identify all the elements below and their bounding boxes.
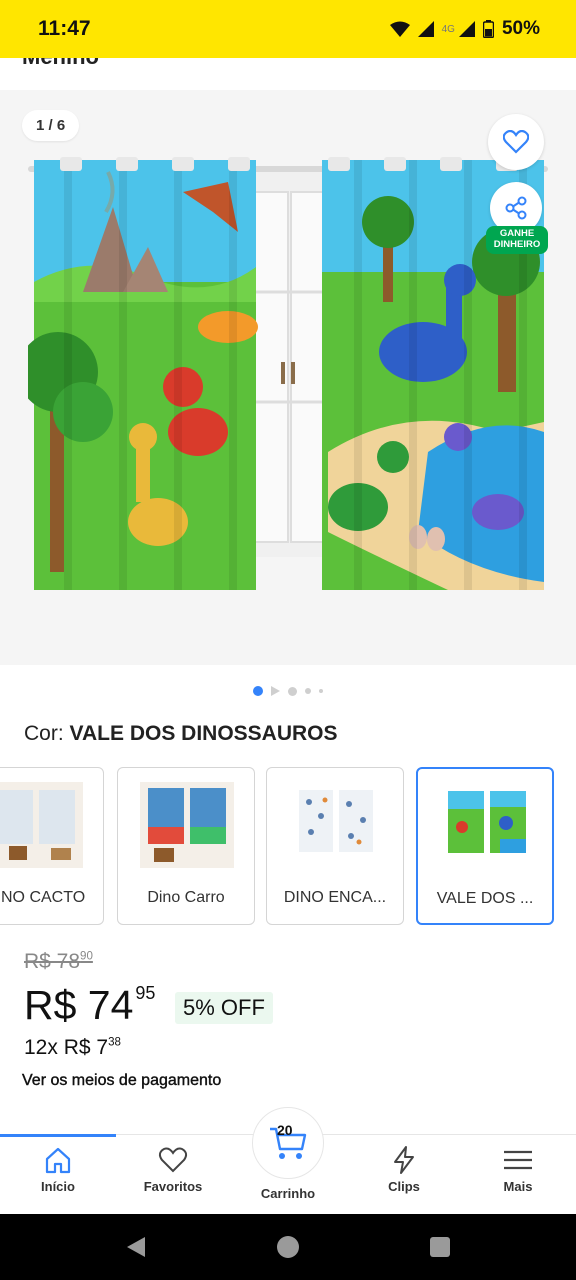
heart-icon: [158, 1147, 188, 1173]
status-icons: 4G 50%: [389, 18, 540, 40]
nav-label-favorites: Favoritos: [143, 1179, 203, 1194]
favorite-button[interactable]: [488, 114, 544, 170]
product-image: [28, 157, 548, 590]
variant-option[interactable]: DINO ENCA...: [266, 767, 404, 925]
payment-methods-link[interactable]: Ver os meios de pagamento: [22, 1072, 222, 1090]
nav-item-cart[interactable]: 20: [252, 1107, 324, 1179]
nav-label-more: Mais: [503, 1179, 533, 1194]
current-price: R$ 74 95: [24, 982, 155, 1029]
nav-item-more[interactable]: Mais: [468, 1145, 568, 1194]
nav-label-home: Início: [41, 1179, 75, 1194]
product-title-cut: Menino: [22, 58, 99, 70]
pager-dot: [319, 689, 323, 693]
original-price: R$ 7890: [24, 950, 93, 974]
share-icon: [505, 196, 527, 220]
current-price-cents: 95: [135, 983, 156, 1003]
home-circle-icon[interactable]: [276, 1235, 300, 1259]
variant-thumbnail: [289, 782, 383, 868]
heart-icon: [503, 130, 529, 154]
nav-label-clips: Clips: [388, 1179, 420, 1194]
pager-dot-active: [253, 686, 263, 696]
menu-icon: [504, 1150, 532, 1170]
variant-thumbnail: [140, 782, 234, 868]
back-icon[interactable]: [125, 1235, 147, 1259]
pager-dot: [305, 688, 311, 694]
variant-label: NO CACTO: [1, 889, 86, 906]
nav-item-favorites[interactable]: Favoritos: [123, 1145, 223, 1194]
status-bar: 11:47 4G 50%: [0, 0, 576, 58]
variant-thumbnail: [440, 783, 534, 869]
nav-label-cart[interactable]: Carrinho: [238, 1186, 338, 1201]
network-type: 4G: [441, 23, 455, 35]
variant-thumbnail: [0, 782, 83, 868]
color-label-line: Cor: VALE DOS DINOSSAUROS: [24, 722, 338, 746]
pager-dot: [288, 686, 297, 696]
installments-cents: 38: [108, 1036, 121, 1049]
image-counter: 1 / 6: [22, 110, 80, 141]
original-price-main: R$ 78: [24, 950, 81, 973]
original-price-cents: 90: [80, 950, 93, 963]
nav-item-home[interactable]: Início: [8, 1145, 108, 1194]
nav-item-clips[interactable]: Clips: [354, 1145, 454, 1194]
battery-level: 50%: [501, 18, 540, 39]
pager-video-indicator: [271, 686, 280, 696]
battery-icon: [482, 20, 494, 38]
current-price-main: R$ 74: [24, 982, 134, 1028]
variant-option[interactable]: Dino Carro: [117, 767, 255, 925]
variant-label: VALE DOS ...: [436, 890, 534, 907]
color-label: Cor:: [24, 722, 64, 745]
color-value: VALE DOS DINOSSAUROS: [69, 722, 338, 745]
signal-icon-2: [458, 21, 475, 37]
variant-option[interactable]: NO CACTO: [0, 767, 104, 925]
variant-option-selected[interactable]: VALE DOS ...: [416, 767, 554, 925]
home-icon: [45, 1147, 71, 1174]
bolt-icon: [394, 1146, 414, 1174]
earn-badge-line2: DINHEIRO: [493, 238, 541, 250]
wifi-icon: [389, 21, 410, 37]
bottom-navigation: Início Favoritos 20 Carrinho Clips Mais: [0, 1107, 576, 1214]
system-navigation-bar: [0, 1214, 576, 1280]
nav-active-indicator: [0, 1134, 116, 1137]
gallery-pager: [0, 686, 576, 696]
earn-money-badge[interactable]: GANHE DINHEIRO: [486, 226, 548, 254]
status-time: 11:47: [38, 17, 91, 40]
discount-badge: 5% OFF: [175, 992, 273, 1024]
recents-icon[interactable]: [429, 1236, 451, 1258]
installments: 12x R$ 738: [24, 1036, 121, 1060]
cart-count-badge: 20: [277, 1122, 293, 1138]
header-strip: Menino: [0, 58, 576, 88]
installments-main: 12x R$ 7: [24, 1036, 109, 1059]
signal-icon: [417, 21, 434, 37]
variant-label: DINO ENCA...: [283, 889, 387, 906]
variant-label: Dino Carro: [147, 889, 225, 906]
color-variant-list[interactable]: NO CACTO Dino Carro DINO ENCA... VALE DO…: [0, 767, 576, 927]
product-gallery[interactable]: 1 / 6 GANHE DINHEIRO: [0, 90, 576, 665]
